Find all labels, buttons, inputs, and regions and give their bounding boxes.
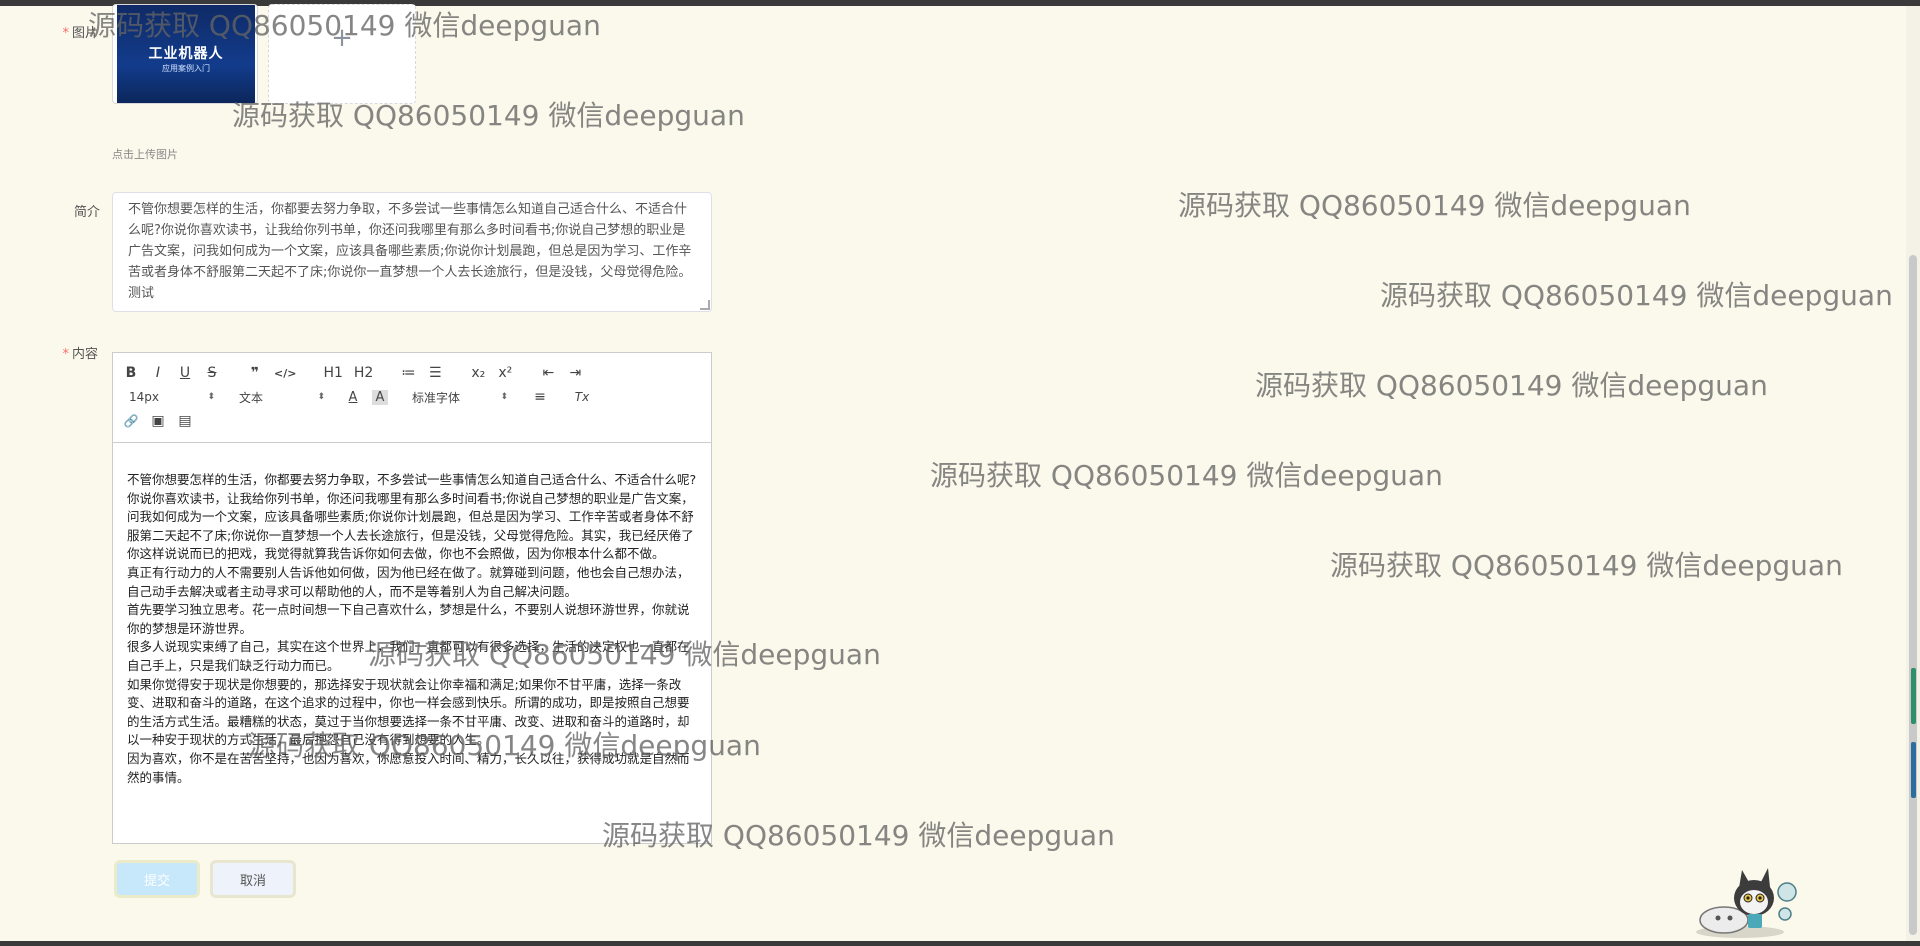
book-cover-image: 工业机器人 应用案例入门 (117, 5, 255, 103)
uploaded-image-thumbnail[interactable]: 工业机器人 应用案例入门 (112, 4, 258, 104)
superscript-button[interactable]: x² (497, 365, 513, 381)
content-paragraph: 真正有行动力的人不需要别人告诉他如何做，因为他已经在做了。就算碰到问题，他也会自… (127, 564, 690, 599)
content-paragraph: 首先要学习独立思考。花一点时间想一下自己喜欢什么，梦想是什么，不要别人说想环游世… (127, 602, 690, 636)
content-paragraph: 你说你喜欢读书，让我给你列书单，你还问我哪里有那么多时间看书;你说自己梦想的职业… (127, 490, 694, 562)
book-cover-subtitle: 应用案例入门 (162, 64, 210, 73)
content-paragraph: 很多人说现实束缚了自己，其实在这个世界上，我们一直都可以有很多选择，生活的决定权… (127, 639, 690, 673)
book-cover-title: 工业机器人 (148, 46, 224, 62)
scroll-marker (1911, 742, 1916, 798)
summary-textarea[interactable]: 不管你想要怎样的生活，你都要去努力争取，不多尝试一些事情怎么知道自己适合什么、不… (112, 192, 712, 312)
toolbar-row-3: 🔗 ▣ ▤ (123, 409, 701, 433)
cancel-button[interactable]: 取消 (210, 860, 296, 898)
subscript-button[interactable]: x₂ (470, 365, 486, 381)
header-2-button[interactable]: H2 (354, 365, 373, 381)
font-family-select[interactable]: 标准字体 ⬍ (412, 389, 508, 406)
upload-hint: 点击上传图片 (112, 148, 178, 161)
required-mark: * (62, 26, 69, 41)
select-arrow-icon: ⬍ (317, 392, 325, 402)
watermark-text: 源码获取 QQ86050149 微信deepguan (930, 459, 1443, 492)
toolbar-row-1: B I U S ❞ </> H1 H2 ≔ ☰ x₂ x² ⇤ ⇥ (123, 361, 701, 385)
submit-button[interactable]: 提交 (114, 860, 200, 898)
textarea-resize-handle[interactable] (700, 300, 710, 310)
outdent-icon[interactable]: ⇤ (540, 365, 556, 381)
content-field-label: * 内容 (62, 347, 98, 362)
clean-format-icon[interactable]: Tx (574, 390, 590, 404)
watermark-text: 源码获取 QQ86050149 微信deepguan (1178, 189, 1691, 222)
scroll-marker (1911, 668, 1916, 724)
select-arrow-icon: ⬍ (500, 392, 508, 402)
editor-content[interactable]: 不管你想要怎样的生活，你都要去努力争取，不多尝试一些事情怎么知道自己适合什么、不… (113, 443, 711, 843)
align-icon[interactable]: ≡ (532, 389, 548, 405)
italic-button[interactable]: I (150, 365, 166, 381)
content-paragraph: 如果你觉得安于现状是你想要的，那选择安于现状就会让你幸福和满足;如果你不甘平庸，… (127, 676, 690, 748)
image-upload-button[interactable]: + (268, 4, 416, 104)
bullet-list-icon[interactable]: ☰ (427, 365, 443, 381)
image-field-label: * 图片 (62, 26, 98, 41)
rich-text-editor: B I U S ❞ </> H1 H2 ≔ ☰ x₂ x² ⇤ ⇥ 14px ⬍ … (112, 352, 712, 844)
required-mark: * (62, 347, 69, 362)
blockquote-icon[interactable]: ❞ (247, 365, 263, 381)
toolbar-row-2: 14px ⬍ 文本 ⬍ A A 标准字体 ⬍ ≡ Tx (123, 385, 701, 409)
image-icon[interactable]: ▣ (150, 413, 166, 429)
text-color-icon[interactable]: A (345, 390, 361, 405)
page-scrollbar-thumb[interactable] (1909, 255, 1917, 935)
editor-toolbar: B I U S ❞ </> H1 H2 ≔ ☰ x₂ x² ⇤ ⇥ 14px ⬍ … (113, 353, 711, 443)
mascot-cat-icon[interactable] (1690, 862, 1802, 940)
select-arrow-icon: ⬍ (207, 392, 215, 402)
window-bottom-bar (0, 941, 1920, 946)
strike-button[interactable]: S (204, 365, 220, 381)
code-block-icon[interactable]: </> (274, 367, 296, 380)
watermark-text: 源码获取 QQ86050149 微信deepguan (1380, 279, 1893, 312)
bold-button[interactable]: B (123, 365, 139, 381)
content-paragraph: 因为喜欢，你不是在苦苦坚持，也因为喜欢，你愿意投入时间、精力，长久以往，获得成功… (127, 750, 690, 785)
indent-icon[interactable]: ⇥ (567, 365, 583, 381)
video-icon[interactable]: ▤ (177, 413, 193, 429)
summary-field-label: 简介 (73, 205, 100, 220)
background-color-icon[interactable]: A (372, 389, 388, 405)
font-size-select[interactable]: 14px ⬍ (129, 390, 215, 404)
header-select[interactable]: 文本 ⬍ (239, 389, 325, 406)
underline-button[interactable]: U (177, 365, 193, 381)
plus-icon: + (331, 23, 353, 53)
watermark-text: 源码获取 QQ86050149 微信deepguan (1255, 369, 1768, 402)
content-paragraph: 不管你想要怎样的生活，你都要去努力争取，不多尝试一些事情怎么知道自己适合什么、不… (127, 472, 697, 487)
watermark-text: 源码获取 QQ86050149 微信deepguan (1330, 549, 1843, 582)
header-1-button[interactable]: H1 (323, 365, 342, 381)
ordered-list-icon[interactable]: ≔ (400, 365, 416, 381)
link-icon[interactable]: 🔗 (123, 414, 139, 428)
